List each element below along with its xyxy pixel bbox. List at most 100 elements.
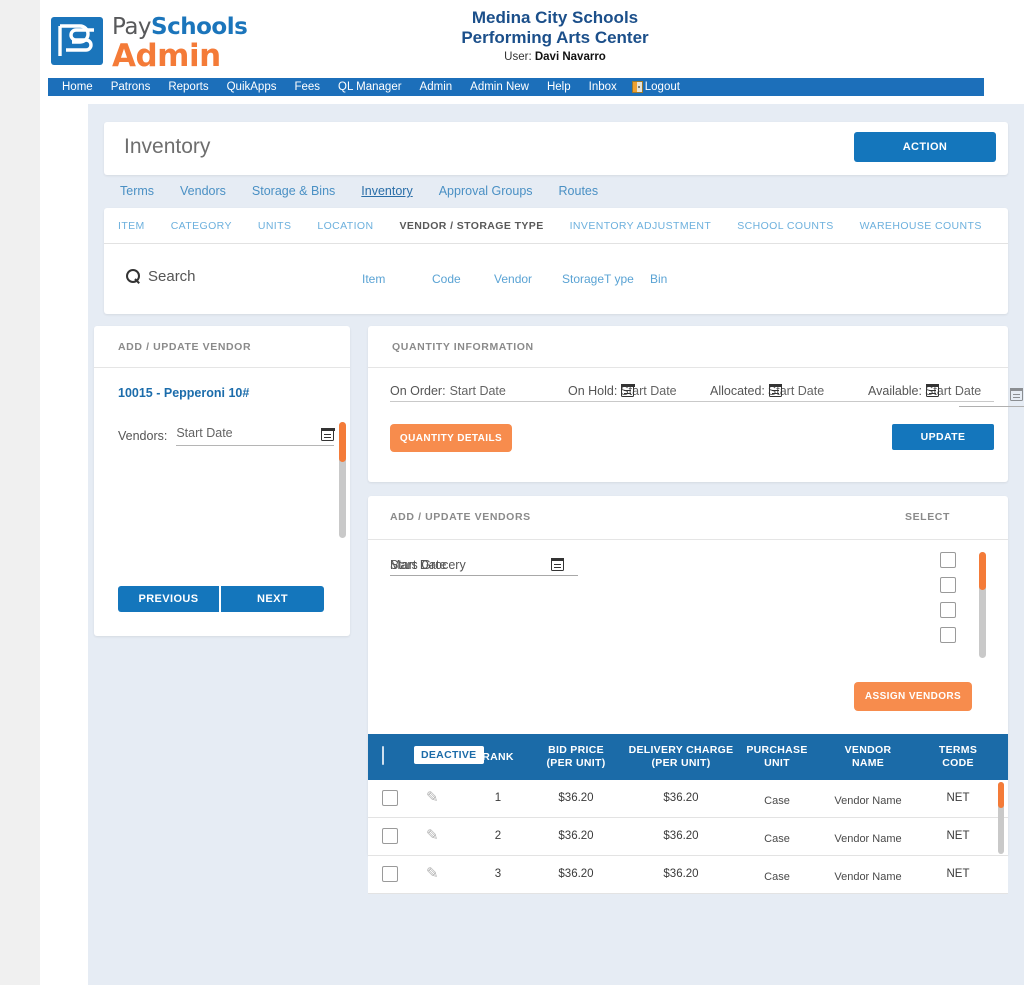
nav-item-home[interactable]: Home: [48, 78, 102, 96]
vendor-list-scrollbar[interactable]: [339, 422, 346, 538]
allocated-field[interactable]: Allocated: Start Date: [710, 383, 824, 398]
nav-item-ql-manager[interactable]: QL Manager: [329, 78, 411, 96]
nav-item-logout-label: Logout: [644, 81, 680, 93]
column-header-purchase-unit-line1: PURCHASE: [746, 744, 808, 756]
tab-inventory[interactable]: Inventory: [361, 184, 412, 198]
tab-routes[interactable]: Routes: [559, 184, 599, 198]
subtab-location[interactable]: LOCATION: [317, 220, 373, 232]
tab-approval-groups[interactable]: Approval Groups: [439, 184, 533, 198]
nav-item-quikapps[interactable]: QuikApps: [218, 78, 286, 96]
subtab-category[interactable]: CATEGORY: [171, 220, 232, 232]
vendor-select-checkbox[interactable]: [940, 577, 956, 593]
subtab-inventory-adjustment[interactable]: INVENTORY ADJUSTMENT: [570, 220, 712, 232]
quantity-details-button[interactable]: QUANTITY DETAILS: [390, 424, 512, 452]
search-label-group[interactable]: Search: [126, 268, 196, 285]
search-field-vendor[interactable]: Vendor: [494, 272, 562, 286]
cell-bid-price: $36.20: [558, 868, 594, 880]
cell-rank: 3: [494, 868, 502, 880]
previous-button[interactable]: PREVIOUS: [118, 586, 221, 612]
nav-item-logout[interactable]: Logout: [626, 78, 680, 96]
column-header-purchase-unit-line2: UNIT: [764, 757, 790, 769]
search-field-storage-type[interactable]: StorageT ype: [562, 272, 650, 286]
nav-item-admin-new[interactable]: Admin New: [461, 78, 538, 96]
cell-purchase-unit: Case: [764, 833, 790, 845]
cell-purchase-unit: Case: [764, 871, 790, 883]
vendors-start-date-value: Start Date: [176, 426, 233, 440]
vendor-select-checkbox[interactable]: [940, 552, 956, 568]
nav-item-inbox[interactable]: Inbox: [580, 78, 626, 96]
select-all-checkbox[interactable]: [382, 746, 384, 765]
search-field-item[interactable]: Item: [362, 272, 432, 286]
calendar-icon[interactable]: [620, 383, 635, 397]
bid-table-scroll-thumb[interactable]: [998, 782, 1004, 808]
logo-admin-text: Admin: [112, 38, 221, 74]
assign-vendors-button[interactable]: ASSIGN VENDORS: [854, 682, 972, 711]
column-header-vendor-name: VENDOR NAME: [820, 744, 916, 770]
update-button[interactable]: UPDATE: [892, 424, 994, 450]
calendar-icon[interactable]: [768, 383, 783, 397]
deactive-button[interactable]: DEACTIVE: [414, 746, 484, 764]
cell-vendor-name: Vendor Name: [834, 833, 902, 845]
overflow-connector-line: [959, 406, 1024, 407]
subtab-item[interactable]: ITEM: [118, 220, 145, 232]
available-field[interactable]: Available: Start Date: [868, 383, 981, 398]
calendar-icon[interactable]: [550, 557, 565, 571]
vendors-label: Vendors:: [118, 429, 168, 443]
subtab-school-counts[interactable]: SCHOOL COUNTS: [737, 220, 833, 232]
calendar-icon[interactable]: [1009, 387, 1024, 401]
tab-terms[interactable]: Terms: [120, 184, 154, 198]
nav-item-fees[interactable]: Fees: [285, 78, 329, 96]
calendar-icon[interactable]: [320, 427, 335, 441]
row-select-checkbox[interactable]: [382, 866, 398, 882]
edit-pencil-icon[interactable]: ✎: [426, 828, 442, 844]
search-field-code[interactable]: Code: [432, 272, 494, 286]
nav-item-admin[interactable]: Admin: [411, 78, 462, 96]
search-field-links: Item Code Vendor StorageT ype Bin: [362, 272, 690, 286]
inventory-subsection-card: ITEM CATEGORY UNITS LOCATION VENDOR / ST…: [104, 208, 1008, 314]
vendor-list-scroll-thumb[interactable]: [339, 422, 346, 462]
search-field-bin[interactable]: Bin: [650, 272, 690, 286]
cell-delivery-charge: $36.20: [663, 830, 699, 842]
calendar-icon[interactable]: [925, 383, 940, 397]
vendor-select-scrollbar[interactable]: [979, 552, 986, 658]
edit-pencil-icon[interactable]: ✎: [426, 790, 442, 806]
vendor-select-checkbox[interactable]: [940, 602, 956, 618]
cell-vendor-name: Vendor Name: [834, 871, 902, 883]
org-name-line1: Medina City Schools: [471, 8, 639, 27]
site-header: PaySchools Admin Medina City Schools Per…: [40, 0, 1024, 78]
add-update-vendor-heading: ADD / UPDATE VENDOR: [94, 326, 350, 368]
quantity-actions: QUANTITY DETAILS UPDATE: [390, 424, 994, 454]
current-user: User: Davi Navarro: [330, 51, 780, 63]
action-button[interactable]: ACTION: [854, 132, 996, 162]
vendor-search-field[interactable]: Start Date Mars Grocery: [390, 554, 578, 576]
nav-item-patrons[interactable]: Patrons: [102, 78, 160, 96]
edit-pencil-icon[interactable]: ✎: [426, 866, 442, 882]
cell-bid-price: $36.20: [558, 830, 594, 842]
row-select-checkbox[interactable]: [382, 828, 398, 844]
tab-storage-bins[interactable]: Storage & Bins: [252, 184, 335, 198]
main-navigation: Home Patrons Reports QuikApps Fees QL Ma…: [48, 78, 984, 96]
cell-vendor-name: Vendor Name: [834, 795, 902, 807]
table-row: ✎ 3 $36.20 $36.20 Case Vendor Name NET: [368, 856, 1008, 894]
vendor-select-scroll-thumb[interactable]: [979, 552, 986, 590]
on-order-label: On Order:: [390, 384, 446, 398]
quantity-fields-row: On Order: Start Date On Hold: Start Date…: [390, 378, 994, 402]
payschools-logo-icon: [51, 17, 103, 65]
subtab-vendor-storage-type[interactable]: VENDOR / STORAGE TYPE: [399, 220, 543, 232]
subtab-warehouse-counts[interactable]: WAREHOUSE COUNTS: [860, 220, 982, 232]
screenshot-root: PaySchools Admin Medina City Schools Per…: [0, 0, 1024, 985]
row-select-checkbox[interactable]: [382, 790, 398, 806]
bid-table-scrollbar[interactable]: [998, 782, 1004, 854]
nav-item-reports[interactable]: Reports: [159, 78, 217, 96]
on-order-field[interactable]: On Order: Start Date: [390, 384, 506, 398]
subtab-units[interactable]: UNITS: [258, 220, 292, 232]
on-hold-field[interactable]: On Hold: Start Date: [568, 383, 677, 398]
vendor-pagination: PREVIOUS NEXT: [118, 586, 324, 612]
cell-delivery-charge: $36.20: [663, 868, 699, 880]
vendors-start-date-field[interactable]: Start Date: [176, 424, 335, 446]
next-button[interactable]: NEXT: [221, 586, 324, 612]
vendor-select-checkbox[interactable]: [940, 627, 956, 643]
allocated-label: Allocated:: [710, 384, 765, 398]
nav-item-help[interactable]: Help: [538, 78, 580, 96]
tab-vendors[interactable]: Vendors: [180, 184, 226, 198]
